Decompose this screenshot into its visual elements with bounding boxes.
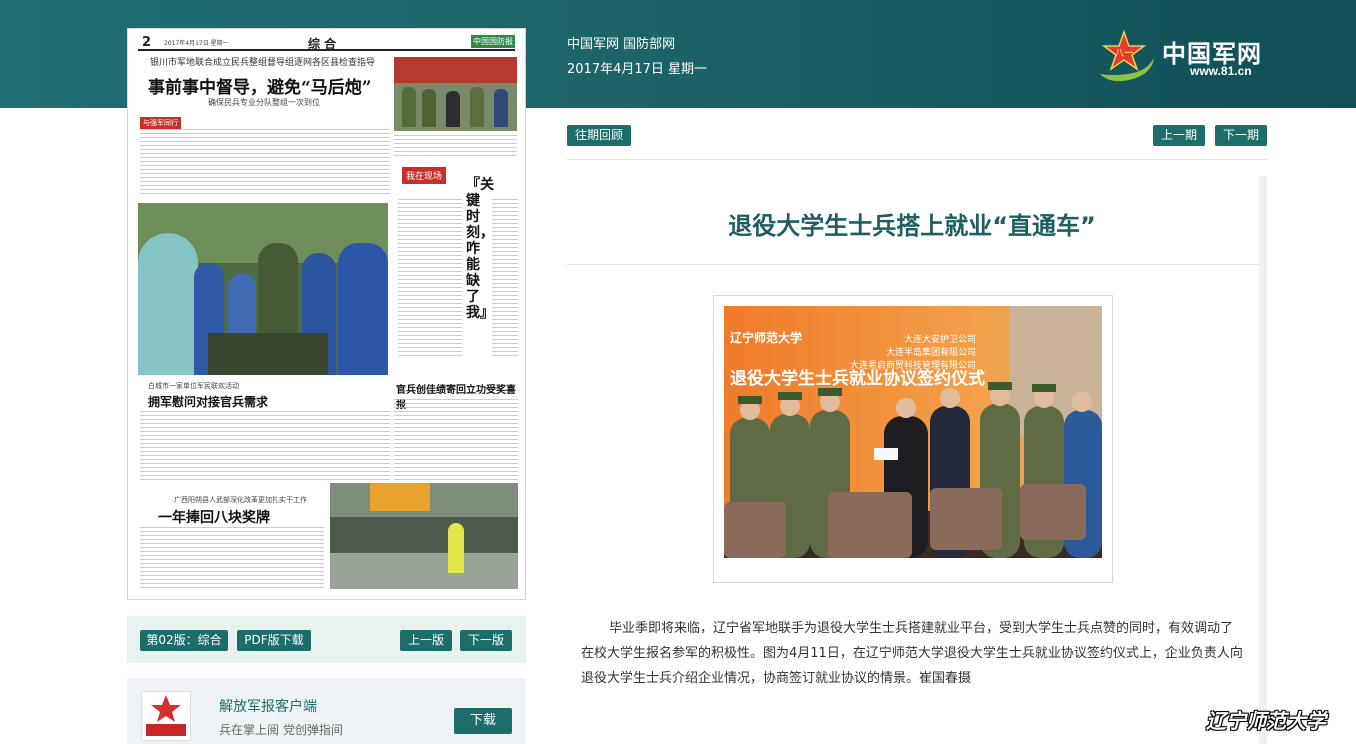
paper-photo-meeting[interactable]: [394, 57, 517, 131]
paper-story4-title[interactable]: 一年捧回八块奖牌: [158, 507, 270, 527]
article-panel: 退役大学生士兵搭上就业“直通车” 辽宁师范大学 大连大安护卫公司 大连半岛集团有…: [567, 176, 1267, 744]
archive-button[interactable]: 往期回顾: [567, 125, 631, 146]
svg-text:八一: 八一: [1114, 48, 1133, 59]
issue-date: 2017年4月17日 星期一: [567, 62, 708, 77]
article-photo[interactable]: 辽宁师范大学 大连大安护卫公司 大连半岛集团有限公司 大连易启商贸科技管理有限公…: [724, 306, 1102, 558]
photo-banner-title: 退役大学生士兵就业协议签约仪式: [730, 368, 985, 389]
paper-section: 综 合: [308, 37, 337, 51]
issue-nav: 往期回顾 上一期 下一期: [567, 124, 1267, 160]
newspaper-page-image[interactable]: 2 2017年4月17日 星期一 综 合 中国国防报 银川市军地联合成立民兵整组…: [127, 28, 526, 600]
article-photo-frame: 辽宁师范大学 大连大安护卫公司 大连半岛集团有限公司 大连易启商贸科技管理有限公…: [713, 295, 1113, 583]
paper-masthead: 2 2017年4月17日 星期一 综 合 中国国防报: [138, 35, 515, 51]
paper-photo-students[interactable]: [138, 203, 388, 375]
school-watermark: 辽宁师范大学: [1206, 709, 1326, 733]
paper-column-tag: 我在现场: [402, 167, 447, 184]
paper-story2-title[interactable]: 拥军慰问对接官兵需求: [148, 393, 268, 410]
paper-text-block: [398, 199, 462, 359]
paper-text-block: [394, 399, 518, 483]
page-pager-bar: 第02版：综合 PDF版下载 上一版 下一版: [127, 616, 526, 663]
current-page-button[interactable]: 第02版：综合: [140, 630, 228, 651]
paper-photo-runners[interactable]: [330, 483, 518, 589]
paper-text-block: [140, 411, 390, 483]
app-download-button[interactable]: 下载: [454, 708, 512, 734]
app-promo: 解放军报客户端 兵在掌上阅 党创弹指间 下载: [127, 678, 526, 744]
paper-story4-kicker: 广西阳朔县人武部深化改革更加扎实干工作: [174, 496, 307, 504]
paper-subhead: 确保民兵专业分队整组一次到位: [208, 98, 320, 107]
paper-red-tag: 与强军同行: [140, 117, 181, 129]
paper-page-date: 2017年4月17日 星期一: [164, 40, 229, 47]
paper-brand: 中国国防报: [471, 35, 515, 48]
title-divider: [567, 264, 1259, 265]
signing-ceremony-photo: 辽宁师范大学 大连大安护卫公司 大连半岛集团有限公司 大连易启商贸科技管理有限公…: [724, 306, 1102, 558]
next-issue-button[interactable]: 下一期: [1215, 125, 1267, 146]
army-star-logo-icon: 八一: [1100, 29, 1154, 82]
article-title: 退役大学生士兵搭上就业“直通车”: [728, 212, 1096, 240]
article-paragraph: 毕业季即将来临，辽宁省军地联手为退役大学生士兵搭建就业平台，受到大学生士兵点赞的…: [581, 621, 1243, 686]
star-emblem-icon: [146, 695, 186, 736]
next-page-button[interactable]: 下一版: [460, 630, 512, 651]
photo-banner-company-2: 大连半岛集团有限公司: [886, 346, 976, 358]
jiefangjun-bao-app-icon[interactable]: [141, 691, 191, 741]
photo-banner-company-1: 大连大安护卫公司: [904, 333, 976, 345]
paper-page-number: 2: [142, 35, 152, 50]
prev-page-button[interactable]: 上一版: [400, 630, 452, 651]
prev-issue-button[interactable]: 上一期: [1153, 125, 1205, 146]
paper-text-block: [140, 527, 324, 591]
paper-text-block: [140, 129, 390, 197]
photo-banner-school: 辽宁师范大学: [730, 330, 802, 345]
paper-text-block: [394, 135, 517, 157]
pdf-download-button[interactable]: PDF版下载: [237, 630, 311, 651]
paper-headline[interactable]: 事前事中督导，避免“马后炮”: [148, 73, 372, 98]
paper-vertical-title[interactable]: 『关键时刻，咋能缺了我』: [466, 177, 494, 321]
paper-story2-kicker: 白城市一家单位军民联欢活动: [148, 382, 239, 390]
site-logo[interactable]: 八一 中国军网 www.81.cn: [1094, 28, 1274, 88]
paper-kicker[interactable]: 银川市军地联合成立民兵整组督导组逐网各区县检查指导: [150, 55, 375, 68]
app-description: 兵在掌上阅 党创弹指间: [219, 723, 343, 737]
paper-text-block: [492, 199, 518, 359]
logo-url: www.81.cn: [1190, 64, 1252, 78]
site-name[interactable]: 中国军网 国防部网: [567, 33, 675, 52]
app-name[interactable]: 解放军报客户端: [219, 696, 317, 716]
